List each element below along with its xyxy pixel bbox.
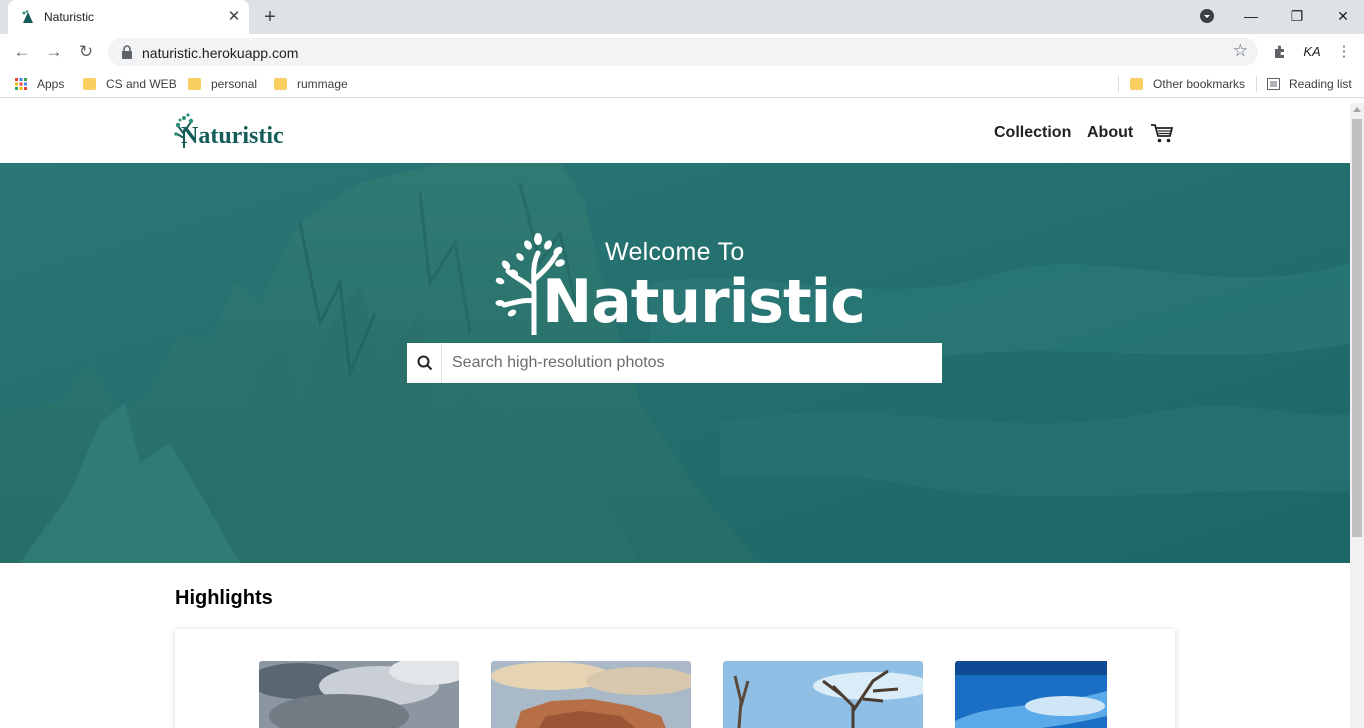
bookmark-other[interactable]: Other bookmarks — [1130, 76, 1245, 94]
browser-tab-strip: Naturistic ✕ + — ❐ ✕ — [0, 0, 1364, 34]
hero-banner: Welcome To Naturistic — [0, 163, 1350, 563]
bookmark-label: rummage — [297, 77, 348, 91]
apps-grid-icon — [15, 78, 27, 90]
page-viewport: Naturistic Collection About Welcome To N… — [0, 103, 1364, 728]
lock-icon — [122, 45, 132, 59]
bookmark-folder-rummage[interactable]: rummage — [274, 76, 348, 94]
menu-icon[interactable]: ⋮ — [1332, 40, 1356, 64]
highlight-photo-dead-tree[interactable] — [723, 661, 923, 728]
star-icon[interactable]: ☆ — [1233, 41, 1248, 61]
reading-list-label: Reading list — [1289, 77, 1352, 91]
new-tab-button[interactable]: + — [258, 6, 282, 28]
nav-collection-link[interactable]: Collection — [994, 124, 1071, 142]
profile-menu-icon[interactable] — [1193, 4, 1221, 28]
bookmark-apps-label: Apps — [37, 77, 65, 91]
photo-desert-rock-image — [491, 661, 691, 728]
minimize-button[interactable]: — — [1237, 4, 1265, 28]
url-text: naturistic.herokuapp.com — [142, 45, 299, 61]
photo-clouds-image — [259, 661, 459, 728]
folder-icon — [188, 78, 201, 90]
site-navbar: Naturistic Collection About — [0, 103, 1350, 163]
search-button[interactable] — [407, 343, 442, 383]
bookmark-folder-personal[interactable]: personal — [188, 76, 257, 94]
search-input[interactable] — [443, 343, 942, 383]
logo-text[interactable]: Naturistic — [181, 123, 284, 150]
bookmark-folder-cs-web[interactable]: CS and WEB — [83, 76, 177, 94]
other-bookmarks-label: Other bookmarks — [1153, 77, 1246, 91]
highlight-photo-clouds[interactable] — [259, 661, 459, 728]
restore-button[interactable]: ❐ — [1283, 4, 1311, 28]
extensions-icon[interactable] — [1268, 40, 1292, 64]
back-button[interactable]: ← — [10, 40, 34, 64]
page-scrollbar[interactable] — [1350, 103, 1364, 728]
highlights-heading: Highlights — [175, 587, 273, 609]
bookmark-label: CS and WEB — [106, 77, 177, 91]
reading-list-icon — [1267, 78, 1280, 90]
forward-button[interactable]: → — [42, 40, 66, 64]
hero-search-bar — [407, 343, 942, 383]
site-favicon-icon — [22, 10, 33, 23]
scroll-thumb[interactable] — [1352, 119, 1362, 537]
bookmark-apps[interactable]: Apps — [15, 76, 64, 94]
photo-blue-sky-image — [955, 661, 1107, 728]
hero-brand-title: Naturistic — [542, 267, 866, 337]
tab-title: Naturistic — [44, 10, 95, 24]
scroll-up-arrow-icon[interactable] — [1353, 107, 1361, 112]
nav-about-link[interactable]: About — [1087, 124, 1133, 142]
photo-dead-tree-image — [723, 661, 923, 728]
browser-tab[interactable]: Naturistic ✕ — [8, 0, 249, 34]
reload-button[interactable]: ↻ — [74, 40, 98, 64]
cart-icon[interactable] — [1150, 121, 1174, 145]
bookmarks-bar: Apps CS and WEB personal rummage Other b… — [0, 70, 1364, 98]
tab-close-icon[interactable]: ✕ — [226, 9, 242, 25]
highlight-photo-blue-sky[interactable] — [955, 661, 1107, 728]
profile-avatar[interactable]: KA — [1300, 40, 1324, 64]
browser-toolbar: ← → ↻ naturistic.herokuapp.com ☆ KA ⋮ — [0, 34, 1364, 70]
hero-welcome-text: Welcome To — [605, 238, 745, 266]
close-window-button[interactable]: ✕ — [1329, 4, 1357, 28]
folder-icon — [274, 78, 287, 90]
highlight-photo-desert-rock[interactable] — [491, 661, 691, 728]
folder-icon — [1130, 78, 1143, 90]
bookmark-separator — [1256, 76, 1257, 92]
reading-list-button[interactable]: Reading list — [1267, 76, 1352, 94]
search-icon — [417, 355, 433, 371]
highlights-carousel — [175, 629, 1175, 728]
address-bar[interactable]: naturistic.herokuapp.com ☆ — [108, 38, 1258, 66]
bookmark-separator — [1118, 76, 1119, 92]
folder-icon — [83, 78, 96, 90]
bookmark-label: personal — [211, 77, 258, 91]
